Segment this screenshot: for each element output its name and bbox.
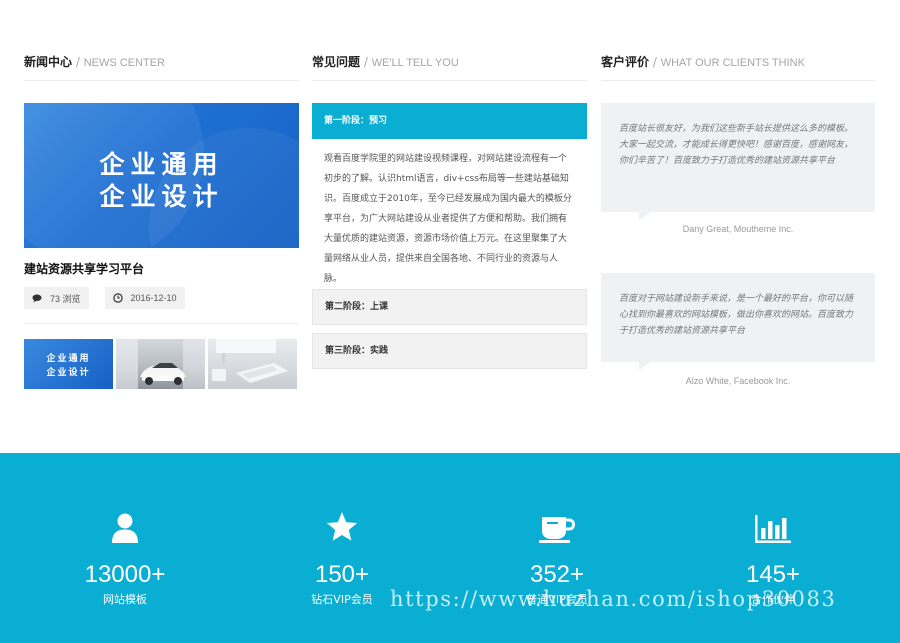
faq-title-cn: 常见问题 <box>312 55 361 69</box>
thumbnail-corporate[interactable]: 企业通用 企业设计 <box>24 339 113 389</box>
bar-chart-icon <box>755 515 791 547</box>
user-icon <box>111 513 139 547</box>
news-divider <box>24 323 299 324</box>
thumbnail-desk[interactable] <box>208 339 297 389</box>
faq-stage-3-header[interactable]: 第三阶段：实践 <box>312 333 587 369</box>
reviews-section: 客户评价 / WHAT OUR CLIENTS THINK 百度站长很友好，为我… <box>601 50 875 386</box>
stat-number: 145+ <box>745 561 801 588</box>
news-date: 2016-12-10 <box>130 293 177 303</box>
views-count: 73 浏览 <box>50 293 81 304</box>
thumbnail-car[interactable] <box>116 339 205 389</box>
faq-title-en: WE'LL TELL YOU <box>371 57 459 69</box>
stats-band: 13000+ 网站模板 150+ 钻石VIP会员 352+ 普通VIP会员 14… <box>0 453 900 643</box>
thumb-text-line1: 企业通用 <box>46 354 91 364</box>
date-badge: 2016-12-10 <box>104 287 185 309</box>
hero-text-line1: 企业通用 <box>99 150 224 179</box>
faq-stage-2-header[interactable]: 第二阶段：上课 <box>312 289 587 325</box>
hero-text-line2: 企业设计 <box>99 182 224 211</box>
reviews-title-cn: 客户评价 <box>601 55 650 69</box>
reviews-title-en: WHAT OUR CLIENTS THINK <box>660 57 805 69</box>
star-icon <box>326 512 358 547</box>
news-section: 新闻中心 / NEWS CENTER 企业通用 企业设计 建站资源共享学习平台 … <box>24 50 299 389</box>
watermark-text: https://www.huzhan.com/ishop30083 <box>390 587 837 611</box>
review-author-1: Dany Great, Moutheme Inc. <box>682 224 794 234</box>
comment-icon <box>32 294 42 303</box>
review-bubble-1: 百度站长很友好，为我们这些新手站长提供这么多的模板。大家一起交流，才能成长得更快… <box>601 103 875 220</box>
faq-section-title: 常见问题 / WE'LL TELL YOU <box>312 50 587 81</box>
title-separator: / <box>649 55 661 69</box>
faq-stage-1-header[interactable]: 第一阶段：预习 <box>312 103 587 139</box>
news-article-title[interactable]: 建站资源共享学习平台 <box>24 260 299 277</box>
review-text-2: 百度对于网站建设新手来说，是一个最好的平台，你可以随心找到你最喜欢的网站模板，做… <box>619 294 854 336</box>
stat-number: 352+ <box>529 561 585 588</box>
stat-number: 13000+ <box>84 561 166 588</box>
views-badge: 73 浏览 <box>24 287 89 309</box>
review-text-1: 百度站长很友好，为我们这些新手站长提供这么多的模板。大家一起交流，才能成长得更快… <box>619 124 854 166</box>
stat-label: 网站模板 <box>103 593 147 606</box>
title-separator: / <box>72 55 84 69</box>
stat-number: 150+ <box>314 561 370 588</box>
reviews-section-title: 客户评价 / WHAT OUR CLIENTS THINK <box>601 50 875 81</box>
review-bubble-2: 百度对于网站建设新手来说，是一个最好的平台，你可以随心找到你最喜欢的网站模板，做… <box>601 273 875 370</box>
title-separator: / <box>360 55 372 69</box>
faq-section: 常见问题 / WE'LL TELL YOU 第一阶段：预习 观看百度学院里的网站… <box>312 50 587 369</box>
stat-templates: 13000+ 网站模板 <box>35 511 215 607</box>
news-hero-image[interactable]: 企业通用 企业设计 <box>24 103 299 248</box>
review-author-2: Alzo White, Facebook Inc. <box>685 376 791 386</box>
faq-stage-1-body: 观看百度学院里的网站建设视频课程，对网站建设流程有一个初步的了解。认识html语… <box>324 154 572 284</box>
thumb-text-line2: 企业设计 <box>46 368 91 378</box>
news-section-title: 新闻中心 / NEWS CENTER <box>24 50 299 81</box>
news-title-en: NEWS CENTER <box>83 57 165 69</box>
coffee-cup-icon <box>539 515 576 547</box>
clock-icon <box>112 293 123 303</box>
news-title-cn: 新闻中心 <box>24 55 73 69</box>
news-meta: 73 浏览 2016-12-10 <box>24 287 299 309</box>
news-thumbnails: 企业通用 企业设计 <box>24 339 299 389</box>
